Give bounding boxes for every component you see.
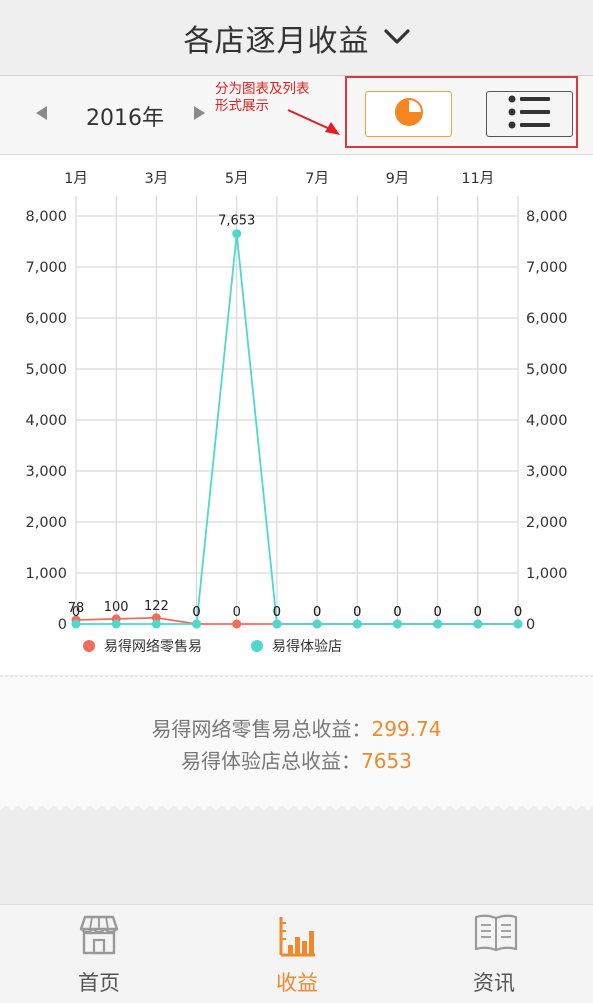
data-point-series-2 <box>513 619 523 629</box>
legend-marker-retail <box>83 640 95 652</box>
book-icon <box>474 913 518 957</box>
pie-chart-icon <box>393 96 425 132</box>
page-title[interactable]: 各店逐月收益 <box>184 16 370 60</box>
data-point-series-2 <box>272 619 282 629</box>
header-bar: 各店逐月收益 <box>0 0 593 76</box>
data-point-series-2 <box>473 619 483 629</box>
bottom-tab-bar: 首页 收益 资讯 <box>0 904 593 1003</box>
y-axis-tick-label-left: 7,000 <box>25 260 67 276</box>
y-axis-tick-label-right: 3,000 <box>526 464 568 480</box>
y-axis-tick-label-right: 5,000 <box>526 362 568 378</box>
data-label-series-2: 0 <box>192 605 200 620</box>
list-view-button[interactable] <box>486 91 573 137</box>
x-axis-tick-label: 9月 <box>386 171 410 187</box>
data-point-series-2 <box>151 619 161 629</box>
y-axis-tick-label-left: 6,000 <box>25 311 67 327</box>
tab-earnings-label: 收益 <box>276 971 318 995</box>
line-chart[interactable]: 0 01,000 1,0002,000 2,0003,000 3,0004,000 4,0… <box>0 155 593 675</box>
retail-total-line: 易得网络零售易总收益：299.74 <box>0 713 593 742</box>
store-total-line: 易得体验店总收益：7653 <box>0 745 593 774</box>
y-axis-tick-label-left: 8,000 <box>25 209 67 225</box>
y-axis-tick-label-left: 2,000 <box>25 515 67 531</box>
data-point-series-2 <box>111 619 121 629</box>
tab-home[interactable]: 首页 <box>0 905 198 1003</box>
y-axis-tick-label-right: 4,000 <box>526 413 568 429</box>
data-label-series-2: 0 <box>72 605 80 620</box>
data-label-series-2: 0 <box>353 605 361 620</box>
bar-chart-icon <box>277 913 317 961</box>
series-line-2 <box>76 233 518 625</box>
x-axis-tick-label: 1月 <box>64 171 88 187</box>
tab-home-label: 首页 <box>78 971 120 995</box>
year-label: 2016年 <box>86 106 164 131</box>
data-point-series-2 <box>392 619 402 629</box>
retail-total-label: 易得网络零售易总收益： <box>151 717 372 741</box>
data-label-series-2: 0 <box>313 605 321 620</box>
data-label-series-2: 0 <box>474 605 482 620</box>
legend-marker-store <box>251 640 263 652</box>
next-year-icon[interactable] <box>194 106 205 120</box>
legend-label-store: 易得体验店 <box>272 638 342 655</box>
x-axis-tick-label: 7月 <box>305 171 329 187</box>
tab-news[interactable]: 资讯 <box>395 905 593 1003</box>
list-icon <box>508 95 552 133</box>
retail-total-value: 299.74 <box>371 717 442 741</box>
data-label-series-2: 0 <box>393 605 401 620</box>
data-label-series-2: 0 <box>273 605 281 620</box>
data-label-series-1: 122 <box>144 599 169 614</box>
data-label-series-2: 7,653 <box>218 214 255 229</box>
data-label-series-1: 0 <box>233 605 241 620</box>
annotation-arrow-icon <box>287 109 340 135</box>
data-point-series-2 <box>312 619 322 629</box>
y-axis-tick-label-right: 1,000 <box>526 566 568 582</box>
store-total-value: 7653 <box>361 749 412 773</box>
y-axis-tick-label-right: 6,000 <box>526 311 568 327</box>
data-point-series-2 <box>352 619 362 629</box>
data-point-series-1 <box>232 619 242 629</box>
annotation-line-1: 分为图表及列表 <box>215 81 310 97</box>
data-label-series-2: 0 <box>514 605 522 620</box>
y-axis-tick-label-right: 7,000 <box>526 260 568 276</box>
y-axis-tick-label-left: 4,000 <box>25 413 67 429</box>
data-point-series-2 <box>71 619 81 629</box>
store-icon <box>79 913 119 961</box>
legend-label-retail: 易得网络零售易 <box>104 638 202 655</box>
x-axis-tick-label: 11月 <box>461 171 494 187</box>
y-axis-tick-label-left: 1,000 <box>25 566 67 582</box>
data-label-series-1: 100 <box>104 600 129 615</box>
y-axis-tick-label-right: 2,000 <box>526 515 568 531</box>
summary-panel: 易得网络零售易总收益：299.74 易得体验店总收益：7653 <box>0 676 593 819</box>
tab-earnings[interactable]: 收益 <box>198 905 396 1003</box>
x-axis-tick-label: 3月 <box>144 171 168 187</box>
y-axis-tick-label-left: 0 <box>58 617 67 633</box>
chart-panel: 0 0 1,000 1,000 2,000 2,000 3,000 3,000 4,000 4,0… <box>0 155 593 675</box>
tab-news-label: 资讯 <box>473 971 515 995</box>
prev-year-icon[interactable] <box>36 106 47 120</box>
series-line-1 <box>75 616 518 625</box>
data-point-series-2 <box>433 619 443 629</box>
zigzag-divider <box>0 805 593 819</box>
data-point-series-2 <box>192 619 202 629</box>
toolbar: 2016年 分为图表及列表 形式展示 <box>0 76 593 155</box>
x-axis-tick-label: 5月 <box>225 171 249 187</box>
y-axis-tick-label-right: 8,000 <box>526 209 568 225</box>
chevron-down-icon[interactable] <box>383 28 410 49</box>
data-label-series-2: 0 <box>433 605 441 620</box>
y-axis-tick-label-left: 3,000 <box>25 464 67 480</box>
chart-view-button[interactable] <box>365 91 452 137</box>
y-axis-tick-label-left: 5,000 <box>25 362 67 378</box>
store-total-label: 易得体验店总收益： <box>181 749 362 773</box>
y-axis-tick-label-right: 0 <box>526 617 535 633</box>
data-point-series-2 <box>232 229 242 239</box>
